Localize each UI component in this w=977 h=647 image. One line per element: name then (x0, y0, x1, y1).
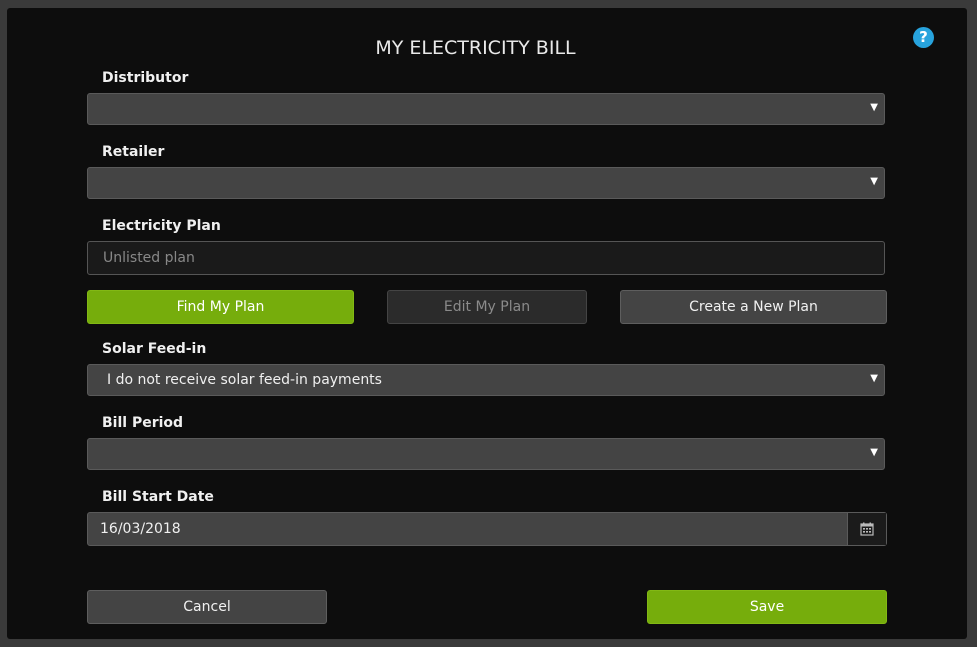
distributor-label: Distributor (102, 70, 189, 86)
bill-period-label: Bill Period (102, 415, 184, 431)
electricity-plan-input[interactable]: Unlisted plan (87, 241, 885, 275)
electricity-plan-placeholder: Unlisted plan (103, 250, 195, 266)
bill-period-select[interactable]: ▼ (87, 438, 885, 470)
retailer-select[interactable]: ▼ (87, 167, 885, 199)
electricity-bill-dialog: MY ELECTRICITY BILL ? Distributor ▼ Reta… (7, 8, 967, 639)
save-button[interactable]: Save (647, 590, 887, 624)
dropdown-arrow-icon: ▼ (870, 447, 878, 458)
find-my-plan-button[interactable]: Find My Plan (87, 290, 354, 324)
edit-my-plan-button[interactable]: Edit My Plan (387, 290, 587, 324)
dropdown-arrow-icon: ▼ (870, 176, 878, 187)
retailer-label: Retailer (102, 144, 165, 160)
solar-feed-in-select[interactable]: I do not receive solar feed-in payments … (87, 364, 885, 396)
bill-start-date-label: Bill Start Date (102, 489, 214, 505)
distributor-select[interactable]: ▼ (87, 93, 885, 125)
electricity-plan-label: Electricity Plan (102, 218, 221, 234)
solar-feed-in-value: I do not receive solar feed-in payments (107, 372, 382, 388)
bill-start-date-input[interactable]: 16/03/2018 (87, 512, 887, 546)
solar-feed-in-label: Solar Feed-in (102, 341, 207, 357)
create-new-plan-button[interactable]: Create a New Plan (620, 290, 887, 324)
help-icon[interactable]: ? (913, 27, 934, 48)
dialog-title: MY ELECTRICITY BILL (375, 37, 576, 59)
bill-start-date-value: 16/03/2018 (100, 521, 181, 537)
cancel-button[interactable]: Cancel (87, 590, 327, 624)
dropdown-arrow-icon: ▼ (870, 373, 878, 384)
calendar-icon (860, 522, 874, 536)
dropdown-arrow-icon: ▼ (870, 102, 878, 113)
calendar-button[interactable] (847, 513, 886, 545)
